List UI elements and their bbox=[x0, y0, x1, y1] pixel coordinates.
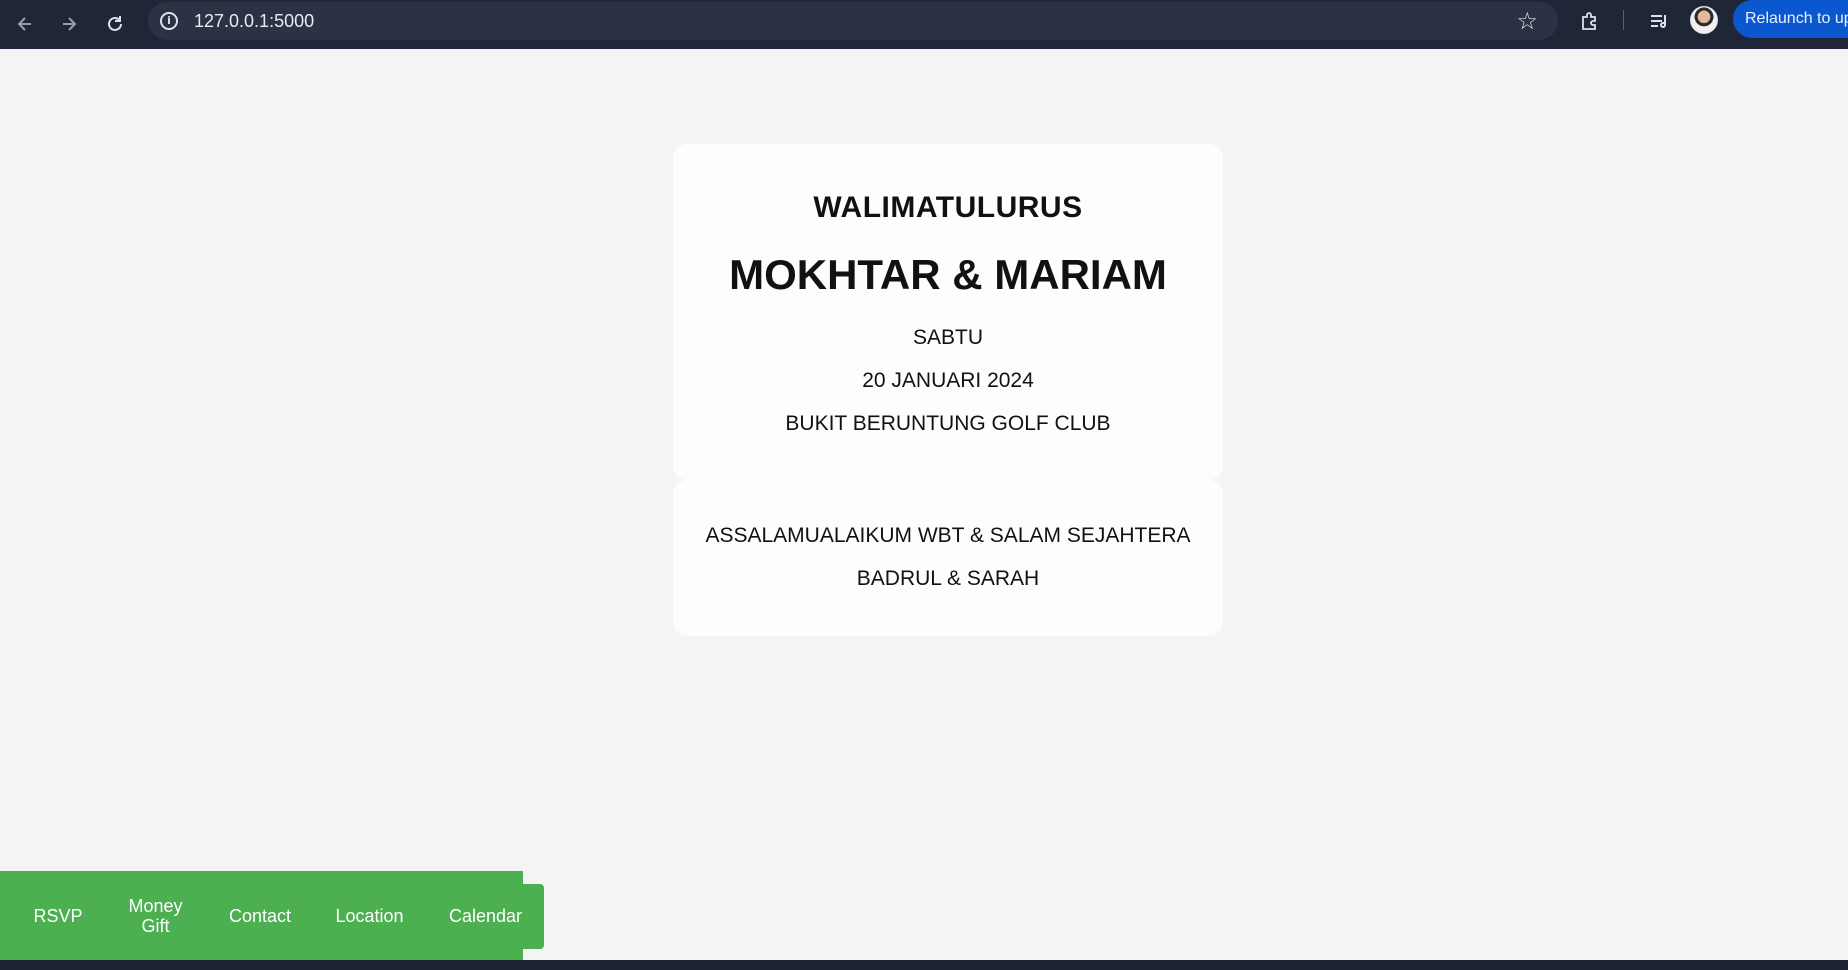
nav-contact[interactable]: Contact bbox=[215, 871, 305, 961]
event-date: 20 JANUARI 2024 bbox=[862, 369, 1034, 392]
bottom-nav: RSVP Money Gift Contact Location Calenda… bbox=[0, 871, 523, 961]
back-button[interactable] bbox=[8, 7, 42, 41]
reload-button[interactable] bbox=[98, 7, 132, 41]
os-taskbar bbox=[0, 960, 1848, 970]
host-names: BADRUL & SARAH bbox=[856, 567, 1040, 590]
invitation-card: WALIMATULURUS MOKHTAR & MARIAM SABTU 20 … bbox=[673, 144, 1223, 480]
url-text[interactable]: 127.0.0.1:5000 bbox=[194, 11, 314, 32]
couple-names: MOKHTAR & MARIAM bbox=[729, 251, 1167, 298]
nav-calendar[interactable]: Calendar bbox=[438, 871, 533, 961]
event-title: WALIMATULURUS bbox=[813, 191, 1083, 224]
nav-rsvp[interactable]: RSVP bbox=[18, 871, 98, 961]
profile-avatar[interactable] bbox=[1690, 6, 1718, 34]
extensions-icon[interactable] bbox=[1575, 6, 1605, 36]
event-day: SABTU bbox=[912, 326, 983, 349]
nav-location[interactable]: Location bbox=[322, 871, 417, 961]
bookmark-star-icon[interactable]: ☆ bbox=[1516, 7, 1538, 35]
nav-money-gift[interactable]: Money Gift bbox=[118, 871, 193, 961]
event-venue: BUKIT BERUNTUNG GOLF CLUB bbox=[785, 412, 1111, 435]
greeting-card: ASSALAMUALAIKUM WBT & SALAM SEJAHTERA BA… bbox=[673, 480, 1223, 636]
browser-toolbar: i 127.0.0.1:5000 ☆ Relaunch to update bbox=[0, 0, 1848, 49]
address-bar[interactable]: i 127.0.0.1:5000 ☆ bbox=[148, 2, 1558, 40]
reload-icon bbox=[108, 16, 122, 31]
toolbar-divider bbox=[1623, 10, 1624, 30]
back-arrow-icon bbox=[17, 17, 31, 31]
forward-arrow-icon bbox=[63, 17, 77, 31]
media-control-icon[interactable] bbox=[1644, 6, 1674, 36]
relaunch-button[interactable]: Relaunch to update bbox=[1733, 0, 1848, 38]
site-info-icon[interactable]: i bbox=[160, 12, 178, 30]
forward-button[interactable] bbox=[52, 7, 86, 41]
greeting-text: ASSALAMUALAIKUM WBT & SALAM SEJAHTERA bbox=[705, 524, 1191, 547]
